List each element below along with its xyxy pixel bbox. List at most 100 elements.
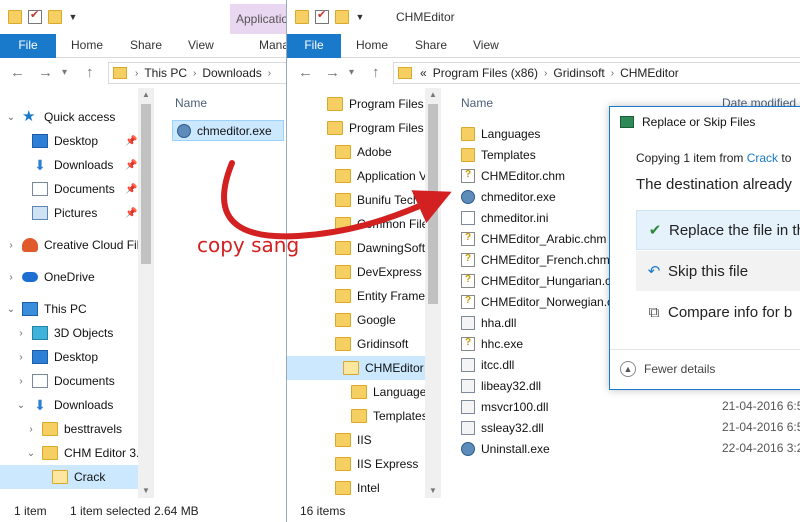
scroll-down-icon[interactable]: ▼ <box>425 484 441 498</box>
nav-item-this-pc[interactable]: ⌄ This PC <box>6 297 87 321</box>
file-row[interactable]: CHMEditor_Arabic.chm <box>461 228 606 249</box>
nav-item-desktop[interactable]: › Desktop <box>16 345 98 369</box>
compare-info-option[interactable]: ⧉ Compare info for b <box>636 292 800 332</box>
tree-item-devexpress[interactable]: DevExpress 1 <box>335 260 425 284</box>
fewer-details-toggle[interactable]: ▲ Fewer details <box>620 361 715 377</box>
pin-icon[interactable]: 📌 <box>125 208 137 219</box>
tree-item-iis[interactable]: IIS <box>335 428 372 452</box>
file-row[interactable]: hhc.exe <box>461 333 523 354</box>
chevron-down-icon[interactable]: ⌄ <box>6 112 16 123</box>
nav-item-quick-access[interactable]: ⌄ ★ Quick access <box>6 105 116 129</box>
chevron-right-icon[interactable]: › <box>135 68 138 79</box>
file-row[interactable]: Languages <box>461 123 540 144</box>
tab-share[interactable]: Share <box>130 34 162 58</box>
tab-manage[interactable]: Mana <box>259 34 286 58</box>
tree-item-iis-express[interactable]: IIS Express <box>335 452 418 476</box>
up-arrow-icon[interactable]: ↑ <box>86 64 94 81</box>
chevron-down-icon[interactable]: ▼ <box>68 10 78 24</box>
scrollbar-thumb[interactable] <box>428 104 438 304</box>
file-row[interactable]: itcc.dll <box>461 354 514 375</box>
tree-item-application-v[interactable]: Application V <box>335 164 425 188</box>
address-bar[interactable]: › This PC › Downloads › <box>108 62 286 84</box>
file-row[interactable]: CHMEditor_French.chm <box>461 249 610 270</box>
new-folder-icon[interactable] <box>48 10 62 24</box>
forward-arrow-icon[interactable]: → <box>325 64 340 81</box>
new-folder-icon[interactable] <box>335 10 349 24</box>
file-row[interactable]: CHMEditor_Hungarian.c <box>461 270 611 291</box>
back-arrow-icon[interactable]: ← <box>10 64 25 81</box>
tree-item-dawningsoft[interactable]: DawningSoft <box>335 236 425 260</box>
tree-item-adobe[interactable]: Adobe <box>335 140 392 164</box>
column-header-name[interactable]: Name <box>175 96 207 110</box>
breadcrumb-overflow[interactable]: « <box>420 66 427 80</box>
address-bar[interactable]: « Program Files (x86) › Gridinsoft › CHM… <box>393 62 800 84</box>
skip-file-option[interactable]: ↶ Skip this file <box>636 251 800 291</box>
file-row[interactable]: chmeditor.exe <box>461 186 556 207</box>
chevron-down-icon[interactable]: ⌄ <box>26 448 36 459</box>
pin-icon[interactable]: 📌 <box>125 184 137 195</box>
chevron-right-icon[interactable]: › <box>26 424 36 435</box>
nav-item-crack[interactable]: Crack <box>0 465 138 489</box>
nav-item-documents-pinned[interactable]: Documents <box>32 177 115 201</box>
tree-item-program-files-x86[interactable]: Program Files <box>327 116 424 140</box>
chevron-right-icon[interactable]: › <box>16 376 26 387</box>
tree-item-chmeditor[interactable]: CHMEditor <box>287 356 425 380</box>
file-row[interactable]: Templates <box>461 144 536 165</box>
chevron-right-icon[interactable]: › <box>193 68 196 79</box>
scroll-up-icon[interactable]: ▲ <box>138 88 154 102</box>
recent-chevron-icon[interactable]: ▾ <box>349 67 354 78</box>
file-row[interactable]: Uninstall.exe <box>461 438 550 459</box>
chevron-down-icon[interactable]: ▼ <box>355 10 365 24</box>
file-row[interactable]: msvcr100.dll <box>461 396 548 417</box>
tab-home[interactable]: Home <box>71 34 103 58</box>
nav-item-onedrive[interactable]: › OneDrive <box>6 265 94 289</box>
properties-icon[interactable] <box>28 8 42 24</box>
properties-icon[interactable] <box>315 8 329 24</box>
chevron-right-icon[interactable]: › <box>6 272 16 283</box>
file-row[interactable]: ssleay32.dll <box>461 417 544 438</box>
tab-home[interactable]: Home <box>356 34 388 58</box>
forward-arrow-icon[interactable]: → <box>38 64 53 81</box>
chevron-down-icon[interactable]: ⌄ <box>6 304 16 315</box>
chevron-right-icon[interactable]: › <box>544 68 547 79</box>
chevron-right-icon[interactable]: › <box>16 328 26 339</box>
pin-icon[interactable]: 📌 <box>125 160 137 171</box>
up-arrow-icon[interactable]: ↑ <box>372 64 380 81</box>
column-header-name[interactable]: Name <box>461 96 493 110</box>
breadcrumb-downloads[interactable]: Downloads <box>202 66 261 80</box>
navigation-scrollbar[interactable]: ▲ ▼ <box>138 88 154 498</box>
nav-item-desktop-pinned[interactable]: Desktop <box>32 129 98 153</box>
breadcrumb-program-files-x86[interactable]: Program Files (x86) <box>433 66 538 80</box>
tree-item-entity-framework[interactable]: Entity Framew <box>335 284 425 308</box>
chevron-down-icon[interactable]: ⌄ <box>16 400 26 411</box>
tree-item-program-files[interactable]: Program Files <box>327 92 424 116</box>
tab-share[interactable]: Share <box>415 34 447 58</box>
nav-item-3d-objects[interactable]: › 3D Objects <box>16 321 113 345</box>
tab-file[interactable]: File <box>0 34 56 58</box>
tree-item-bunifu[interactable]: Bunifu Techr <box>335 188 424 212</box>
file-row[interactable]: chmeditor.ini <box>461 207 548 228</box>
back-arrow-icon[interactable]: ← <box>298 64 313 81</box>
chevron-right-icon[interactable]: › <box>6 240 16 251</box>
nav-item-creative-cloud[interactable]: › Creative Cloud Fil <box>6 233 138 257</box>
tree-item-intel[interactable]: Intel <box>335 476 380 498</box>
breadcrumb-chmeditor[interactable]: CHMEditor <box>620 66 679 80</box>
chevron-right-icon[interactable]: › <box>268 68 271 79</box>
nav-item-chm-editor[interactable]: ⌄ CHM Editor 3. <box>26 441 138 465</box>
tree-item-common-files[interactable]: Common File <box>335 212 425 236</box>
breadcrumb-gridinsoft[interactable]: Gridinsoft <box>553 66 604 80</box>
source-folder-link[interactable]: Crack <box>747 151 778 165</box>
scroll-down-icon[interactable]: ▼ <box>138 484 154 498</box>
file-row[interactable]: hha.dll <box>461 312 516 333</box>
nav-item-documents[interactable]: › Documents <box>16 369 115 393</box>
tree-item-google[interactable]: Google <box>335 308 396 332</box>
nav-item-pictures-pinned[interactable]: Pictures <box>32 201 97 225</box>
tree-item-templates[interactable]: Templates <box>351 404 425 428</box>
chevron-right-icon[interactable]: › <box>611 68 614 79</box>
tab-file[interactable]: File <box>287 34 341 58</box>
file-row[interactable]: chmeditor.exe <box>172 120 284 141</box>
chevron-right-icon[interactable]: › <box>16 352 26 363</box>
nav-item-besttravels[interactable]: › besttravels <box>26 417 122 441</box>
recent-chevron-icon[interactable]: ▾ <box>62 67 67 78</box>
contextual-tab-application[interactable]: Application <box>230 4 286 34</box>
